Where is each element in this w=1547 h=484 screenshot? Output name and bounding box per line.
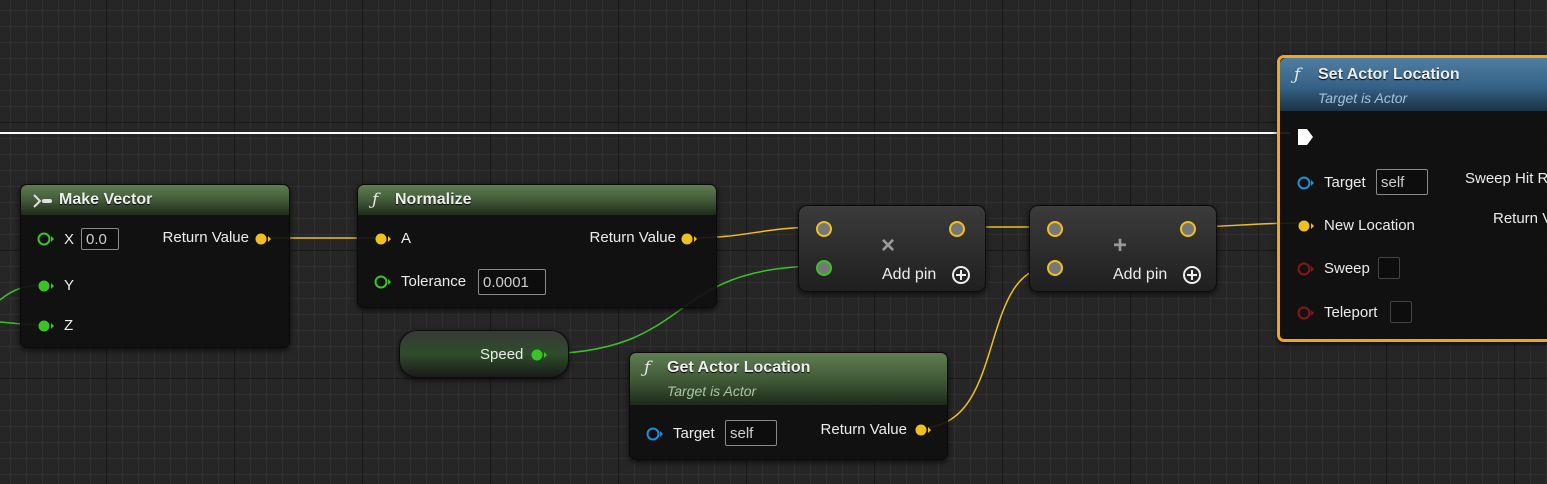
multiply-in2-pin-icon[interactable]: [814, 258, 834, 278]
function-f-icon: ƒ: [372, 190, 379, 210]
tolerance-pin-icon[interactable]: [374, 275, 392, 289]
normalize-title: Normalize: [395, 191, 472, 208]
sweep-pin-icon[interactable]: [1297, 262, 1315, 276]
multiply-symbol: ×: [881, 232, 896, 259]
new-location-pin-icon[interactable]: [1297, 219, 1315, 233]
teleport-pin-icon[interactable]: [1297, 306, 1315, 320]
set-target-label: Target: [1324, 174, 1366, 191]
z-label: Z: [64, 317, 74, 334]
circled-plus-icon[interactable]: [1182, 265, 1202, 285]
set-actor-location-return-label: Return V: [1493, 210, 1547, 227]
make-vector-node[interactable]: Make Vector X 0.0 Y Z Return Value: [20, 184, 290, 348]
exec-in-pin-icon[interactable]: [1297, 127, 1315, 147]
circled-plus-icon[interactable]: [951, 265, 971, 285]
y-label: Y: [64, 277, 75, 294]
get-actor-location-return-pin-icon[interactable]: [914, 423, 932, 437]
get-actor-location-return-label: Return Value: [820, 421, 907, 438]
normalize-return-pin-icon[interactable]: [680, 232, 698, 246]
set-actor-location-node[interactable]: ƒ Set Actor Location Target is Actor Tar…: [1277, 55, 1547, 342]
set-actor-location-title: Set Actor Location: [1318, 66, 1460, 83]
multiply-add-pin-label[interactable]: Add pin: [882, 266, 936, 284]
normalize-return-label: Return Value: [589, 229, 676, 246]
speed-pin-icon[interactable]: [530, 348, 548, 362]
sweep-label: Sweep: [1324, 260, 1370, 277]
add-out-pin-icon[interactable]: [1178, 219, 1198, 239]
get-target-pin-icon[interactable]: [646, 427, 664, 441]
x-label: X: [64, 231, 75, 248]
add-add-pin-label[interactable]: Add pin: [1113, 266, 1167, 284]
add-in1-pin-icon[interactable]: [1045, 219, 1065, 239]
multiply-in1-pin-icon[interactable]: [814, 219, 834, 239]
make-vector-return-label: Return Value: [162, 229, 249, 246]
set-target-value-field[interactable]: self: [1376, 169, 1428, 195]
z-pin-icon[interactable]: [37, 319, 55, 333]
make-vector-return-pin-icon[interactable]: [254, 232, 272, 246]
multiply-out-pin-icon[interactable]: [947, 219, 967, 239]
normalize-node[interactable]: ƒ Normalize A Tolerance 0.0001 Return Va…: [357, 184, 717, 308]
set-actor-location-subtitle: Target is Actor: [1318, 90, 1408, 106]
x-value-field[interactable]: 0.0: [81, 228, 119, 250]
get-actor-location-subtitle: Target is Actor: [667, 383, 757, 399]
function-f-icon: ƒ: [644, 358, 651, 378]
teleport-checkbox[interactable]: [1390, 301, 1412, 323]
speed-label: Speed: [480, 346, 524, 363]
speed-variable-node[interactable]: Speed: [399, 330, 569, 378]
get-actor-location-title: Get Actor Location: [667, 359, 811, 376]
sweep-hit-result-label: Sweep Hit R: [1465, 170, 1547, 187]
add-in2-pin-icon[interactable]: [1045, 258, 1065, 278]
get-target-label: Target: [673, 425, 715, 442]
y-pin-icon[interactable]: [37, 279, 55, 293]
a-label: A: [401, 230, 412, 247]
get-target-value-field[interactable]: self: [725, 420, 777, 446]
x-pin-icon[interactable]: [37, 232, 55, 246]
multiply-node[interactable]: × Add pin: [798, 205, 986, 292]
teleport-label: Teleport: [1324, 304, 1378, 321]
a-pin-icon[interactable]: [374, 232, 392, 246]
make-vector-title: Make Vector: [59, 191, 153, 208]
sweep-checkbox[interactable]: [1378, 257, 1400, 279]
function-f-icon: ƒ: [1294, 65, 1301, 85]
set-target-pin-icon[interactable]: [1297, 176, 1315, 190]
tolerance-value-field[interactable]: 0.0001: [478, 269, 546, 295]
add-node[interactable]: + Add pin: [1029, 205, 1217, 292]
get-actor-location-node[interactable]: ƒ Get Actor Location Target is Actor Tar…: [629, 352, 948, 460]
make-struct-icon: [33, 194, 52, 208]
add-symbol: +: [1113, 232, 1128, 259]
tolerance-label: Tolerance: [401, 273, 467, 290]
new-location-label: New Location: [1324, 217, 1415, 234]
